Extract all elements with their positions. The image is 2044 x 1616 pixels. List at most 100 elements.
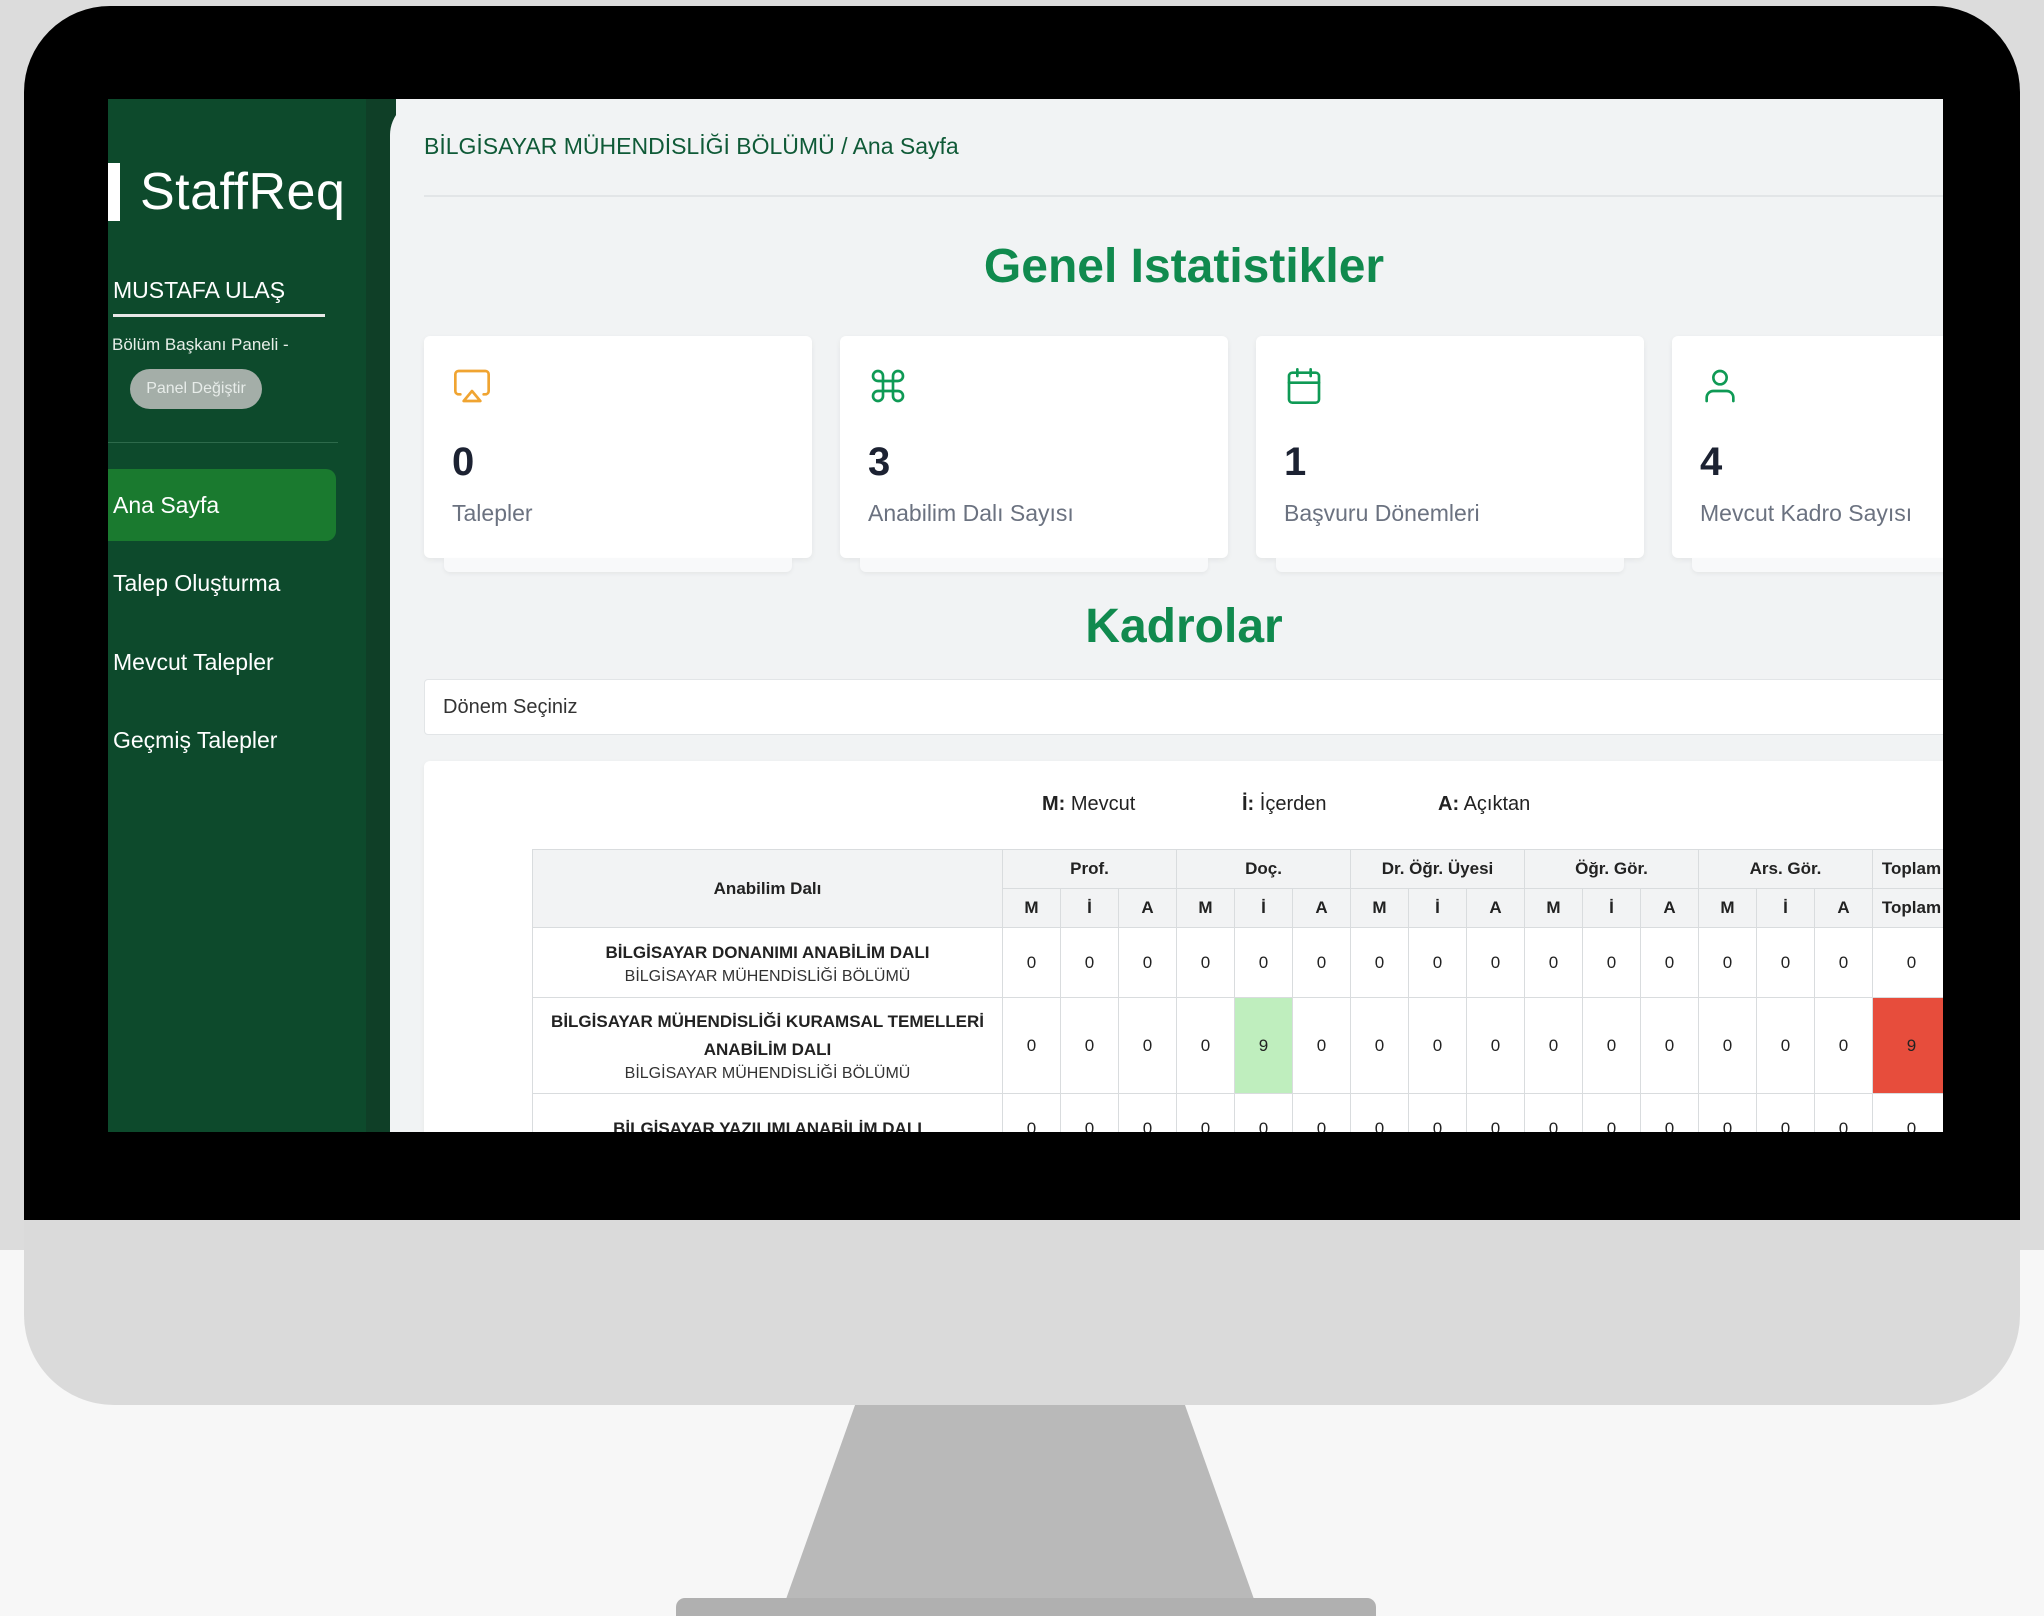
monitor-stand-base	[676, 1598, 1376, 1616]
value-cell: 0	[1640, 927, 1699, 998]
legend-text: İçerden	[1259, 793, 1327, 815]
subheader-i: İ	[1234, 888, 1293, 928]
stat-value: 1	[1284, 440, 1307, 484]
value-cell: 0	[1524, 997, 1583, 1094]
stat-label: Başvuru Dönemleri	[1284, 500, 1480, 526]
table-header-group: Dr. Öğr. Üyesi	[1350, 849, 1525, 889]
user-name: MUSTAFA ULAŞ	[113, 277, 325, 317]
value-cell: 0	[1466, 1093, 1525, 1132]
table-header-group: Öğr. Gör.	[1524, 849, 1699, 889]
sidebar-item-talep-olusturma[interactable]: Talep Oluşturma	[108, 547, 336, 619]
value-cell: 0	[1756, 1093, 1815, 1132]
stat-card-talepler[interactable]: 0 Talepler	[424, 336, 812, 572]
table-row[interactable]: BİLGİSAYAR DONANIMI ANABİLİM DALI BİLGİS…	[532, 927, 1943, 998]
subheader-a: A	[1292, 888, 1351, 928]
table-header-group: Doç.	[1176, 849, 1351, 889]
legend-key: A:	[1438, 793, 1460, 815]
sidebar-divider	[108, 442, 338, 443]
value-cell: 0	[1060, 927, 1119, 998]
subheader-m: M	[1698, 888, 1757, 928]
breadcrumb-page: Ana Sayfa	[852, 133, 959, 159]
value-cell: 0	[1292, 997, 1351, 1094]
breadcrumb: BİLGİSAYAR MÜHENDİSLİĞİ BÖLÜMÜ / Ana Say…	[424, 133, 959, 160]
stat-value: 4	[1700, 440, 1723, 484]
kadro-table-card: M: Mevcut İ: İçerden A: Açıktan Anabilim…	[424, 761, 1943, 1132]
subheader-a: A	[1640, 888, 1699, 928]
kadrolar-title: Kadrolar	[1085, 600, 1283, 653]
period-select[interactable]: Dönem Seçiniz	[424, 679, 1943, 735]
legend-item-mevcut: M: Mevcut	[1042, 793, 1135, 816]
legend-key: M:	[1042, 793, 1066, 815]
table-header-row: Anabilim Dalı Prof. Doç. Dr. Öğr. Üyesi …	[532, 849, 1943, 928]
panel-subtitle: Bölüm Başkanı Paneli -	[112, 335, 289, 354]
value-cell: 0	[1002, 1093, 1061, 1132]
user-icon	[1705, 369, 1735, 403]
legend-text: Açıktan	[1463, 793, 1531, 815]
table-row[interactable]: BİLGİSAYAR MÜHENDİSLİĞİ KURAMSAL TEMELLE…	[532, 997, 1943, 1094]
value-cell: 0	[1060, 1093, 1119, 1132]
legend-item-icerden: İ: İçerden	[1242, 793, 1327, 816]
value-cell: 0	[1176, 1093, 1235, 1132]
calendar-icon	[1287, 368, 1321, 404]
breadcrumb-separator: /	[841, 133, 848, 159]
subheader-a: A	[1466, 888, 1525, 928]
value-cell: 0	[1234, 1093, 1293, 1132]
header-divider	[424, 195, 1943, 197]
value-cell: 0	[1350, 927, 1409, 998]
stat-card-basvuru-donemleri[interactable]: 1 Başvuru Dönemleri	[1256, 336, 1644, 572]
sidebar-item-gecmis-talepler[interactable]: Geçmiş Talepler	[108, 704, 336, 776]
subheader-m: M	[1524, 888, 1583, 928]
monitor-stand	[780, 1400, 1260, 1616]
value-cell: 0	[1408, 997, 1467, 1094]
breadcrumb-department[interactable]: BİLGİSAYAR MÜHENDİSLİĞİ BÖLÜMÜ	[424, 133, 835, 159]
subheader-i: İ	[1060, 888, 1119, 928]
airplay-icon	[454, 369, 490, 403]
stat-value: 3	[868, 440, 891, 484]
anabilim-name: BİLGİSAYAR YAZILIMI ANABİLİM DALI	[613, 1118, 922, 1133]
total-cell: 0	[1872, 1093, 1943, 1132]
value-cell: 0	[1698, 927, 1757, 998]
anabilim-cell: BİLGİSAYAR YAZILIMI ANABİLİM DALI	[532, 1093, 1003, 1133]
value-cell: 0	[1002, 927, 1061, 998]
stats-title: Genel Istatistikler	[983, 240, 1385, 293]
subheader-a: A	[1814, 888, 1873, 928]
stat-card-anabilim-dali[interactable]: 3 Anabilim Dalı Sayısı	[840, 336, 1228, 572]
value-cell: 0	[1524, 1093, 1583, 1132]
value-cell: 0	[1408, 927, 1467, 998]
value-cell: 0	[1408, 1093, 1467, 1132]
table-row[interactable]: BİLGİSAYAR YAZILIMI ANABİLİM DALI 0 0 0 …	[532, 1093, 1943, 1133]
anabilim-department: BİLGİSAYAR MÜHENDİSLİĞİ BÖLÜMÜ	[624, 1064, 911, 1082]
sidebar-item-ana-sayfa[interactable]: Ana Sayfa	[108, 469, 336, 541]
legend-key: İ:	[1242, 793, 1255, 815]
value-cell: 0	[1814, 997, 1873, 1094]
screen: StaffReq MUSTAFA ULAŞ Bölüm Başkanı Pane…	[108, 99, 1943, 1132]
subheader-toplam: Toplam	[1872, 888, 1943, 928]
sidebar-item-mevcut-talepler[interactable]: Mevcut Talepler	[108, 626, 336, 698]
value-cell: 0	[1466, 997, 1525, 1094]
value-cell: 0	[1176, 997, 1235, 1094]
main-content: BİLGİSAYAR MÜHENDİSLİĞİ BÖLÜMÜ / Ana Say…	[390, 99, 1943, 1132]
anabilim-cell: BİLGİSAYAR MÜHENDİSLİĞİ KURAMSAL TEMELLE…	[532, 997, 1003, 1094]
value-cell: 0	[1756, 997, 1815, 1094]
value-cell: 0	[1582, 997, 1641, 1094]
sidebar-item-label: Ana Sayfa	[113, 491, 220, 518]
value-cell: 0	[1060, 997, 1119, 1094]
subheader-m: M	[1176, 888, 1235, 928]
anabilim-name: BİLGİSAYAR MÜHENDİSLİĞİ KURAMSAL TEMELLE…	[551, 1011, 984, 1059]
value-cell: 0	[1466, 927, 1525, 998]
value-cell: 0	[1292, 1093, 1351, 1132]
sidebar-item-label: Talep Oluşturma	[113, 569, 281, 596]
table-header-group: Prof.	[1002, 849, 1177, 889]
panel-switch-button[interactable]: Panel Değiştir	[130, 369, 262, 409]
subheader-a: A	[1118, 888, 1177, 928]
subheader-m: M	[1002, 888, 1061, 928]
value-cell: 0	[1234, 927, 1293, 998]
stat-card-mevcut-kadro[interactable]: 4 Mevcut Kadro Sayısı	[1672, 336, 1943, 572]
stat-value: 0	[452, 440, 475, 484]
value-cell: 0	[1118, 997, 1177, 1094]
value-cell: 0	[1582, 1093, 1641, 1132]
value-cell: 0	[1292, 927, 1351, 998]
logo-mark-icon	[108, 163, 120, 221]
stat-label: Anabilim Dalı Sayısı	[868, 500, 1074, 526]
app-logo[interactable]: StaffReq	[108, 159, 345, 225]
